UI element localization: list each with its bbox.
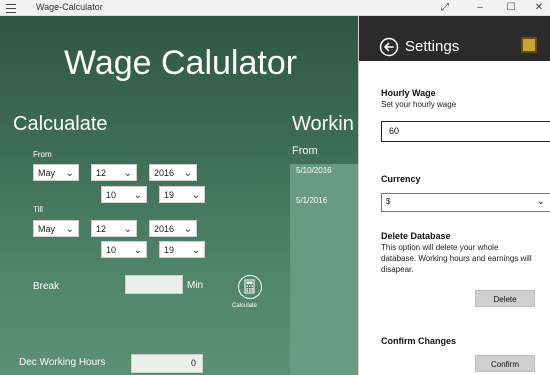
currency-heading: Currency bbox=[381, 174, 421, 184]
hourly-wage-description: Set your hourly wage bbox=[381, 100, 457, 109]
from-year-select[interactable]: 2016 ⌄ bbox=[149, 164, 197, 181]
chevron-down-icon: ⌄ bbox=[65, 168, 74, 179]
chevron-down-icon: ⌄ bbox=[123, 168, 132, 179]
calculate-label: Calculate bbox=[232, 303, 258, 309]
calculate-heading: Calcualate bbox=[13, 113, 108, 135]
delete-description-line-2: database. Working hours and earnings wil… bbox=[381, 254, 532, 263]
chevron-down-icon: ⌄ bbox=[183, 168, 192, 179]
delete-description-line-3: disapear. bbox=[381, 265, 414, 274]
till-label: Till bbox=[33, 205, 43, 214]
chevron-down-icon: ⌄ bbox=[65, 224, 74, 235]
chevron-down-icon: ⌄ bbox=[133, 190, 142, 201]
minimize-button[interactable]: – bbox=[465, 0, 495, 16]
maximize-button[interactable]: ☐ bbox=[496, 0, 526, 16]
close-button[interactable]: ✕ bbox=[524, 0, 550, 16]
list-item[interactable]: 5/1/2016 bbox=[296, 196, 327, 205]
chevron-down-icon: ⌄ bbox=[536, 196, 545, 207]
fullscreen-icon[interactable]: ⤢ bbox=[430, 0, 460, 16]
app-title: Wage Calulator bbox=[64, 44, 298, 82]
calculator-panel: Wage Calulator Calcualate Workin From Ma… bbox=[0, 16, 358, 375]
from-hour-select[interactable]: 10 ⌄ bbox=[101, 186, 147, 203]
dec-working-hours-label: Dec Working Hours bbox=[19, 357, 106, 368]
app-logo-icon bbox=[521, 37, 537, 53]
from-month-select[interactable]: May ⌄ bbox=[33, 164, 79, 181]
working-hours-heading: Workin bbox=[292, 113, 354, 135]
confirm-button[interactable]: Confirm bbox=[475, 355, 535, 372]
till-month-select[interactable]: May ⌄ bbox=[33, 220, 79, 237]
chevron-down-icon: ⌄ bbox=[191, 190, 200, 201]
currency-select[interactable]: $ ⌄ bbox=[381, 193, 550, 212]
delete-button[interactable]: Delete bbox=[475, 290, 535, 307]
settings-title: Settings bbox=[405, 38, 460, 55]
dec-working-hours-field: 0 bbox=[131, 354, 203, 373]
working-hours-list: 5/10/2016 5/1/2016 bbox=[290, 164, 358, 375]
hamburger-icon[interactable] bbox=[4, 1, 18, 15]
settings-panel: Settings Hourly Wage Set your hourly wag… bbox=[358, 16, 550, 375]
confirm-changes-heading: Confirm Changes bbox=[381, 336, 457, 346]
till-year-select[interactable]: 2016 ⌄ bbox=[149, 220, 197, 237]
settings-header: Settings bbox=[359, 16, 550, 61]
chevron-down-icon: ⌄ bbox=[133, 245, 142, 256]
from-label: From bbox=[33, 150, 52, 159]
back-arrow-icon[interactable] bbox=[379, 37, 399, 57]
chevron-down-icon: ⌄ bbox=[123, 224, 132, 235]
break-input[interactable] bbox=[125, 275, 183, 294]
chevron-down-icon: ⌄ bbox=[191, 245, 200, 256]
list-item[interactable]: 5/10/2016 bbox=[296, 166, 332, 175]
chevron-down-icon: ⌄ bbox=[183, 224, 192, 235]
calculator-icon bbox=[238, 275, 262, 299]
delete-database-heading: Delete Database bbox=[381, 231, 451, 241]
title-bar: Wage-Calculator ⤢ – ☐ ✕ bbox=[0, 0, 550, 16]
hourly-wage-input[interactable]: 60 bbox=[381, 121, 550, 142]
break-label: Break bbox=[33, 281, 60, 292]
list-from-header: From bbox=[292, 145, 318, 157]
window-title: Wage-Calculator bbox=[36, 2, 103, 12]
break-unit: Min bbox=[187, 280, 204, 291]
from-minute-select[interactable]: 19 ⌄ bbox=[159, 186, 205, 203]
till-minute-select[interactable]: 19 ⌄ bbox=[159, 241, 205, 258]
delete-description-line-1: This option will delete your whole bbox=[381, 243, 499, 252]
till-hour-select[interactable]: 10 ⌄ bbox=[101, 241, 147, 258]
hourly-wage-heading: Hourly Wage bbox=[381, 88, 436, 98]
calculate-button[interactable]: Calculate bbox=[232, 275, 266, 315]
from-day-select[interactable]: 12 ⌄ bbox=[91, 164, 137, 181]
till-day-select[interactable]: 12 ⌄ bbox=[91, 220, 137, 237]
